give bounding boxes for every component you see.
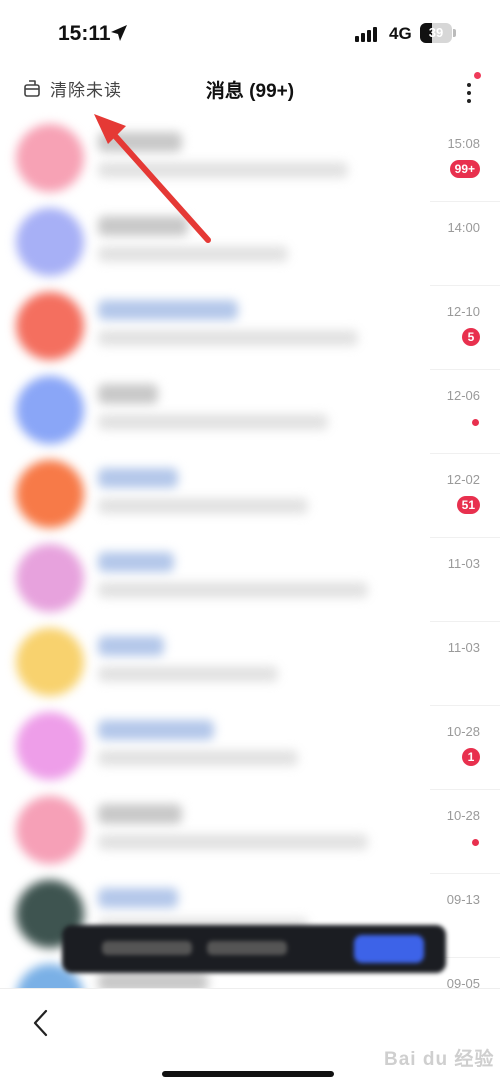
- message-preview: [98, 246, 288, 262]
- notification-banner[interactable]: [62, 925, 446, 973]
- unread-count-badge: 5: [462, 328, 480, 346]
- contact-name: [98, 720, 214, 740]
- contact-name: [98, 384, 158, 404]
- conversation-item[interactable]: 11-03: [0, 622, 500, 706]
- more-dot: [467, 99, 471, 103]
- message-time: 12-02: [446, 472, 480, 487]
- unread-dot: [472, 839, 479, 846]
- conversation-item[interactable]: 14:00: [0, 202, 500, 286]
- home-indicator[interactable]: [162, 1071, 334, 1077]
- avatar: [16, 712, 84, 780]
- banner-text: [102, 941, 192, 955]
- avatar: [16, 124, 84, 192]
- conversation-item[interactable]: 12-06: [0, 370, 500, 454]
- notification-dot: [474, 72, 481, 79]
- unread-count-badge: 99+: [449, 160, 480, 178]
- avatar: [16, 292, 84, 360]
- top-navigation-bar: 清除未读 消息 (99+): [0, 64, 500, 116]
- avatar: [16, 544, 84, 612]
- conversation-item[interactable]: 11-03: [0, 538, 500, 622]
- watermark: Bai du 经验: [384, 1049, 495, 1070]
- message-time: 15:08: [447, 136, 480, 151]
- status-bar: 15:11 4G 39: [0, 0, 500, 64]
- message-preview: [98, 582, 368, 598]
- message-time: 14:00: [447, 220, 480, 235]
- contact-name: [98, 552, 174, 572]
- message-time: 11-03: [447, 556, 480, 571]
- conversation-item[interactable]: 12-10 5: [0, 286, 500, 370]
- message-preview: [98, 330, 358, 346]
- unread-count-badge: 51: [456, 496, 480, 514]
- conversation-item[interactable]: 10-28: [0, 790, 500, 874]
- banner-text: [207, 941, 287, 955]
- message-preview: [98, 498, 308, 514]
- avatar: [16, 376, 84, 444]
- chevron-left-icon: [33, 1009, 48, 1037]
- conversation-item[interactable]: 12-02 51: [0, 454, 500, 538]
- contact-name: [98, 216, 188, 236]
- banner-action-button[interactable]: [354, 935, 424, 963]
- more-options-button[interactable]: [458, 72, 482, 108]
- message-time: 10-28: [446, 808, 480, 823]
- message-preview: [98, 834, 368, 850]
- avatar: [16, 796, 84, 864]
- back-button[interactable]: [26, 1005, 56, 1041]
- battery-tip: [453, 29, 456, 37]
- unread-count-badge: 1: [462, 748, 480, 766]
- conversation-list: 15:08 99+ 14:00 12-10 5 12-06 12-02 51 11-03 11-0…: [0, 118, 500, 1042]
- message-time: 12-10: [446, 304, 480, 319]
- avatar: [16, 208, 84, 276]
- signal-strength-icon: [355, 27, 377, 42]
- unread-dot: [472, 419, 479, 426]
- conversation-item[interactable]: 10-28 1: [0, 706, 500, 790]
- contact-name: [98, 636, 164, 656]
- more-dot: [467, 91, 471, 95]
- avatar: [16, 628, 84, 696]
- message-time: 09-13: [446, 892, 480, 907]
- avatar: [16, 460, 84, 528]
- status-time: 15:11: [58, 22, 111, 45]
- page-title: 消息 (99+): [205, 81, 295, 102]
- location-arrow-icon: [111, 25, 127, 41]
- message-preview: [98, 750, 298, 766]
- more-vertical-icon: [467, 83, 471, 87]
- message-time: 10-28: [446, 724, 480, 739]
- message-time: 11-03: [447, 640, 480, 655]
- message-preview: [98, 666, 278, 682]
- battery-level: 39: [428, 25, 444, 40]
- network-type: 4G: [389, 24, 412, 43]
- contact-name: [98, 300, 238, 320]
- message-preview: [98, 162, 348, 178]
- contact-name: [98, 804, 182, 824]
- contact-name: [98, 132, 182, 152]
- contact-name: [98, 468, 178, 488]
- message-time: 12-06: [446, 388, 480, 403]
- message-preview: [98, 414, 328, 430]
- battery-icon: 39: [420, 23, 452, 43]
- conversation-item[interactable]: 15:08 99+: [0, 118, 500, 202]
- contact-name: [98, 888, 178, 908]
